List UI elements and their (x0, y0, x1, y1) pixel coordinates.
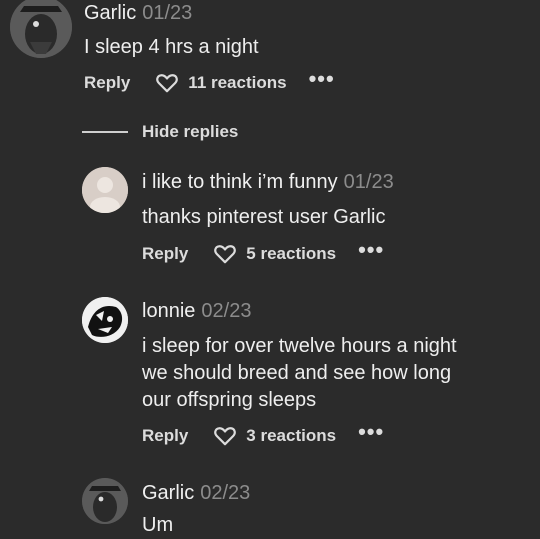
hide-replies-button[interactable]: Hide replies (82, 122, 238, 142)
avatar[interactable] (10, 0, 72, 58)
hide-replies-label: Hide replies (142, 122, 239, 141)
reply-author[interactable]: Garlic (142, 482, 194, 504)
reply-button[interactable]: Reply (142, 244, 188, 264)
avatar[interactable] (82, 478, 128, 524)
comment-author-line: Garlic 01/23 (84, 2, 192, 25)
reply-actions: Reply 5 reactions ••• (142, 239, 384, 264)
reply-author-line: i like to think i’m funny 01/23 (142, 171, 394, 194)
reactions-count[interactable]: 3 reactions (246, 426, 336, 446)
ink-drawing-avatar-icon (82, 297, 128, 343)
reactions-count[interactable]: 5 reactions (246, 244, 336, 264)
more-options-icon[interactable]: ••• (309, 68, 335, 90)
reply-date: 01/23 (343, 171, 394, 193)
reactions-count[interactable]: 11 reactions (188, 73, 286, 93)
comment-date: 01/23 (142, 2, 193, 24)
reply-author[interactable]: lonnie (142, 300, 195, 322)
default-user-avatar-icon (82, 167, 128, 213)
reply-date: 02/23 (200, 482, 251, 504)
comment-text: I sleep 4 hrs a night (84, 36, 259, 58)
heart-icon[interactable] (214, 244, 237, 264)
comment-actions: Reply 11 reactions ••• (84, 68, 335, 93)
reply-text-line: i sleep for over twelve hours a night (142, 335, 457, 357)
divider-line (82, 131, 128, 133)
dark-bird-avatar-icon (82, 478, 128, 524)
reply-author[interactable]: i like to think i’m funny (142, 171, 338, 193)
heart-icon[interactable] (156, 73, 179, 93)
avatar[interactable] (82, 297, 128, 343)
reply-text-line: our offspring sleeps (142, 389, 317, 411)
avatar[interactable] (82, 167, 128, 213)
reply-date: 02/23 (201, 300, 252, 322)
reply-button[interactable]: Reply (142, 426, 188, 446)
heart-icon[interactable] (214, 426, 237, 446)
reply-text: Um (142, 514, 174, 536)
dark-bird-avatar-icon (10, 0, 72, 58)
more-options-icon[interactable]: ••• (358, 239, 384, 261)
reply-actions: Reply 3 reactions ••• (142, 421, 384, 446)
reply-button[interactable]: Reply (84, 73, 130, 93)
comment-author[interactable]: Garlic (84, 2, 136, 24)
reply-text-line: we should breed and see how long (142, 362, 452, 384)
reply-text: thanks pinterest user Garlic (142, 206, 386, 228)
more-options-icon[interactable]: ••• (358, 421, 384, 443)
reply-author-line: lonnie 02/23 (142, 300, 251, 323)
reply-author-line: Garlic 02/23 (142, 482, 250, 505)
